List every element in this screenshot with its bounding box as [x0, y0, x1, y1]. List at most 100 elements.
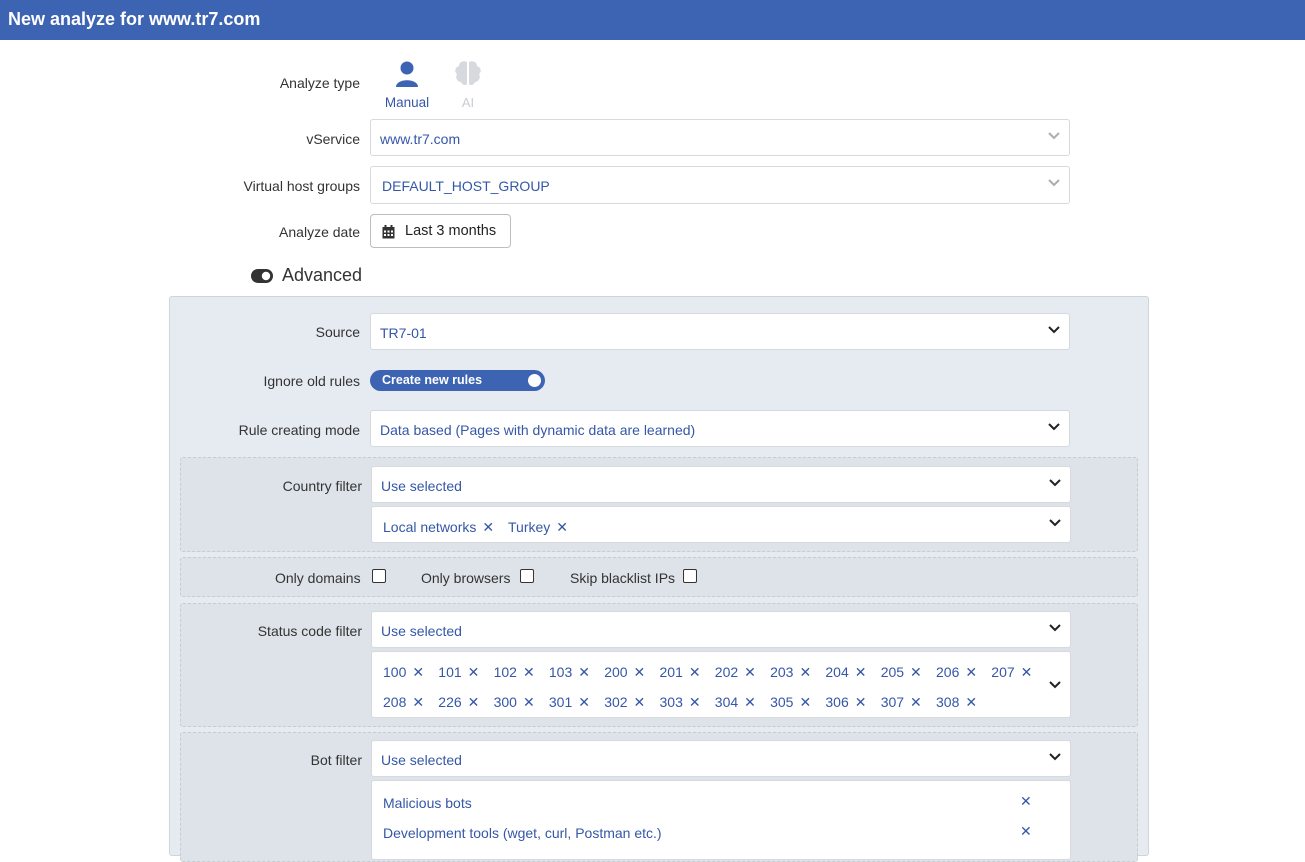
remove-tag-icon[interactable]: ✕: [799, 694, 811, 710]
remove-tag-icon[interactable]: ✕: [965, 664, 977, 680]
country-filter-tags[interactable]: Local networks ✕ Turkey ✕: [371, 506, 1071, 543]
toggle-on-icon: [251, 269, 273, 283]
remove-tag-icon[interactable]: ✕: [910, 664, 922, 680]
ignore-old-rules-label: Ignore old rules: [263, 373, 360, 389]
bot-filter-label: Bot filter: [310, 752, 362, 768]
status-code-tag: 208 ✕: [383, 694, 425, 710]
remove-tag-icon[interactable]: ✕: [634, 694, 646, 710]
remove-tag-icon[interactable]: ✕: [744, 694, 756, 710]
remove-tag-icon[interactable]: ✕: [689, 664, 701, 680]
source-label: Source: [315, 324, 360, 340]
remove-item-icon[interactable]: ✕: [1020, 791, 1032, 811]
country-filter-mode-select[interactable]: Use selected: [371, 466, 1071, 503]
vservice-label: vService: [306, 131, 360, 147]
status-code-filter-mode-select[interactable]: Use selected: [371, 611, 1071, 648]
status-code-filter-label: Status code filter: [257, 623, 362, 639]
status-code-tag: 202 ✕: [714, 664, 756, 680]
person-icon: [396, 61, 418, 87]
analyze-type-manual-label: Manual: [384, 95, 430, 110]
status-code-tag: 102 ✕: [493, 664, 535, 680]
remove-tag-icon[interactable]: ✕: [523, 694, 535, 710]
status-code-tag: 300 ✕: [493, 694, 535, 710]
skip-blacklist-checkbox[interactable]: [683, 569, 697, 583]
rule-creating-mode-label: Rule creating mode: [238, 422, 360, 438]
chevron-down-icon: [1047, 422, 1061, 432]
status-code-tag: 302 ✕: [604, 694, 646, 710]
country-tag: Turkey ✕: [508, 519, 569, 535]
analyze-date-button[interactable]: Last 3 months: [370, 214, 511, 248]
advanced-label: Advanced: [282, 265, 363, 285]
status-code-tag: 308 ✕: [936, 694, 978, 710]
status-code-tag: 100 ✕: [383, 664, 425, 680]
analyze-type-ai-option[interactable]: AI: [446, 58, 490, 110]
remove-tag-icon[interactable]: ✕: [910, 694, 922, 710]
chevron-down-icon: [1048, 518, 1062, 528]
chevron-down-icon: [1047, 131, 1061, 141]
bot-filter-item: Malicious bots: [383, 795, 472, 811]
advanced-toggle[interactable]: Advanced: [251, 264, 366, 288]
remove-tag-icon[interactable]: ✕: [578, 664, 590, 680]
only-browsers-label: Only browsers: [421, 570, 511, 586]
status-code-tag: 101 ✕: [438, 664, 480, 680]
status-code-tag: 226 ✕: [438, 694, 480, 710]
status-code-tag: 200 ✕: [604, 664, 646, 680]
status-code-tag: 206 ✕: [936, 664, 978, 680]
status-code-tag: 307 ✕: [880, 694, 922, 710]
status-code-tag: 205 ✕: [880, 664, 922, 680]
remove-tag-icon[interactable]: ✕: [468, 664, 480, 680]
calendar-icon: [382, 225, 395, 239]
analyze-type-label: Analyze type: [279, 75, 360, 91]
vservice-select[interactable]: www.tr7.com: [370, 119, 1070, 156]
status-code-tag: 301 ✕: [548, 694, 590, 710]
chevron-down-icon: [1048, 752, 1062, 762]
remove-tag-icon[interactable]: ✕: [744, 664, 756, 680]
remove-tag-icon[interactable]: ✕: [689, 694, 701, 710]
analyze-date-label: Analyze date: [279, 224, 360, 240]
remove-tag-icon[interactable]: ✕: [523, 664, 535, 680]
bot-filter-mode-select[interactable]: Use selected: [371, 740, 1071, 777]
remove-tag-icon[interactable]: ✕: [855, 664, 867, 680]
remove-tag-icon[interactable]: ✕: [578, 694, 590, 710]
source-select[interactable]: TR7-01: [370, 313, 1070, 350]
remove-item-icon[interactable]: ✕: [1020, 821, 1032, 841]
window-title: New analyze for www.tr7.com: [0, 0, 1305, 40]
remove-tag-icon[interactable]: ✕: [965, 694, 977, 710]
remove-tag-icon[interactable]: ✕: [634, 664, 646, 680]
create-new-rules-toggle[interactable]: Create new rules: [370, 370, 545, 391]
bot-filter-item: Development tools (wget, curl, Postman e…: [383, 825, 662, 841]
status-code-tag: 207 ✕: [991, 664, 1033, 680]
remove-tag-icon[interactable]: ✕: [468, 694, 480, 710]
only-domains-checkbox[interactable]: [372, 569, 386, 583]
rule-creating-mode-value: Data based (Pages with dynamic data are …: [380, 422, 696, 438]
status-code-tag: 203 ✕: [770, 664, 812, 680]
toggle-knob: [528, 374, 541, 387]
rule-creating-mode-select[interactable]: Data based (Pages with dynamic data are …: [370, 410, 1070, 447]
create-new-rules-label: Create new rules: [382, 373, 483, 387]
status-code-tag: 305 ✕: [770, 694, 812, 710]
remove-tag-icon[interactable]: ✕: [412, 664, 424, 680]
chevron-down-icon: [1047, 178, 1061, 188]
analyze-date-value: Last 3 months: [405, 223, 497, 239]
status-code-tag: 306 ✕: [825, 694, 867, 710]
analyze-type-manual-option[interactable]: Manual: [378, 58, 436, 110]
bot-filter-list[interactable]: Malicious bots ✕ Development tools (wget…: [371, 780, 1071, 860]
virtual-host-groups-value: DEFAULT_HOST_GROUP: [382, 178, 550, 194]
country-filter-mode-value: Use selected: [381, 478, 462, 494]
remove-tag-icon[interactable]: ✕: [799, 664, 811, 680]
status-code-tags[interactable]: 100 ✕ 101 ✕ 102 ✕ 103 ✕ 200 ✕ 201 ✕ 202 ✕ 203 ✕ 204 ✕ 205 ✕…: [371, 651, 1071, 718]
remove-tag-icon[interactable]: ✕: [412, 694, 424, 710]
chevron-down-icon: [1048, 478, 1062, 488]
remove-tag-icon[interactable]: ✕: [855, 694, 867, 710]
remove-tag-icon[interactable]: ✕: [556, 519, 568, 535]
analyze-type-ai-label: AI: [461, 95, 475, 110]
chevron-down-icon: [1048, 623, 1062, 633]
virtual-host-groups-select[interactable]: DEFAULT_HOST_GROUP: [370, 166, 1070, 204]
chevron-down-icon: [1048, 680, 1062, 690]
vservice-value: www.tr7.com: [380, 131, 461, 147]
remove-tag-icon[interactable]: ✕: [1021, 664, 1033, 680]
only-browsers-checkbox[interactable]: [520, 569, 534, 583]
status-code-tag: 303 ✕: [659, 694, 701, 710]
status-code-tag: 204 ✕: [825, 664, 867, 680]
only-domains-label: Only domains: [275, 570, 361, 586]
remove-tag-icon[interactable]: ✕: [482, 519, 494, 535]
